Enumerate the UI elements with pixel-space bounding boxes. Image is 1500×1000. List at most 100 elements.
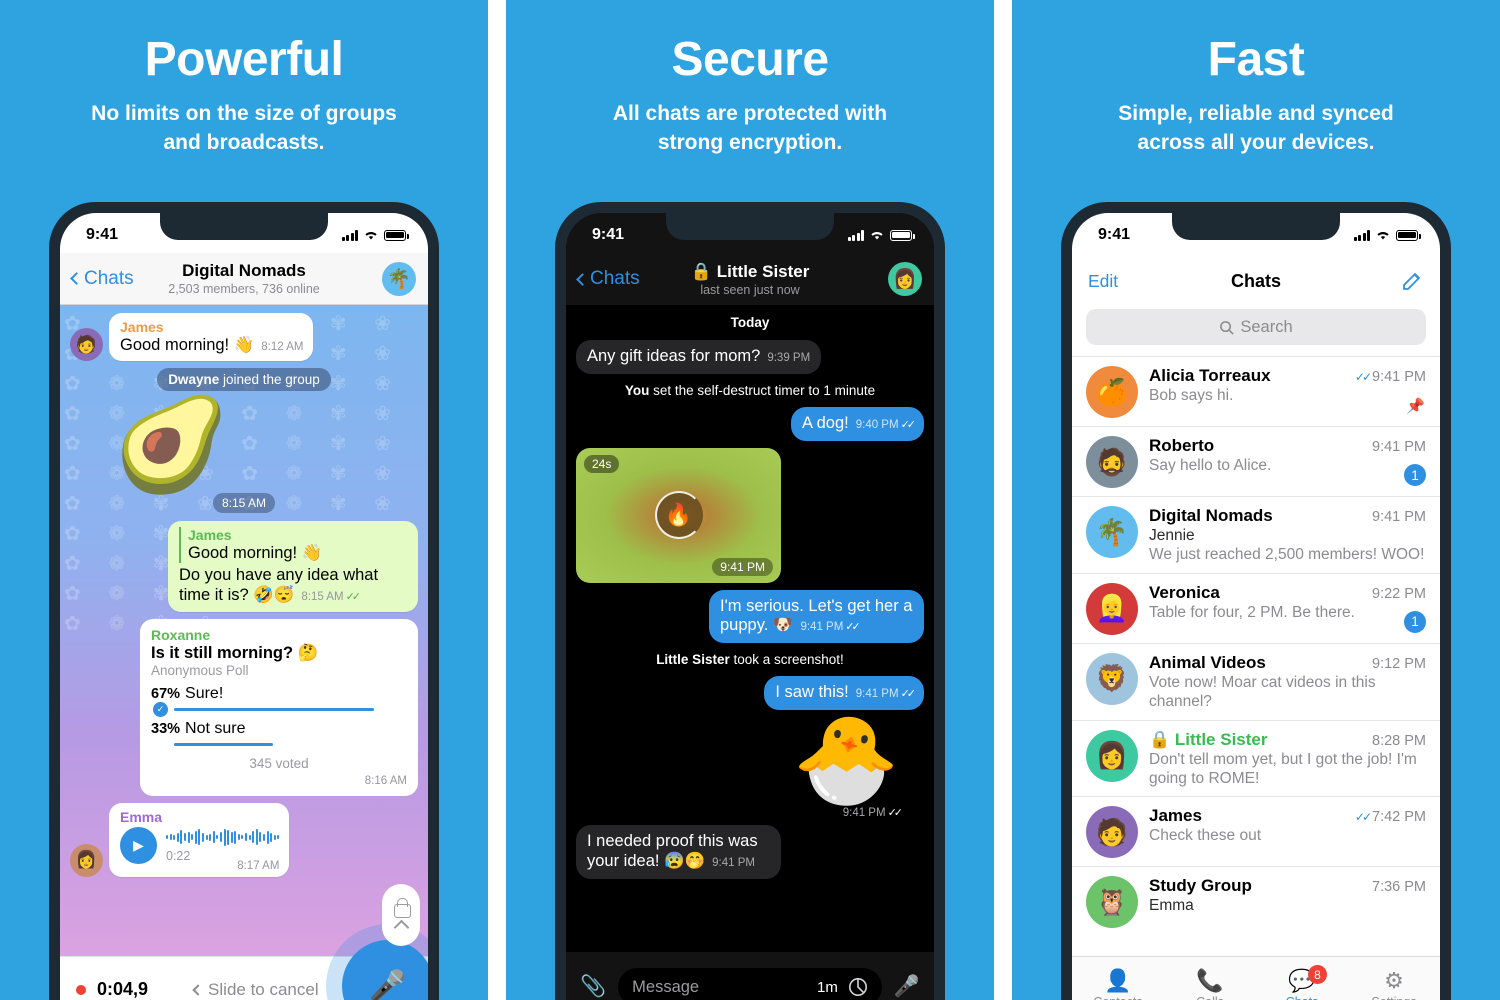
poll-bar [174,742,273,747]
message-body: Any gift ideas for mom? [587,347,761,365]
waveform[interactable] [166,828,280,847]
avatar[interactable]: 🦁 [1086,652,1138,705]
message-bubble[interactable]: I needed proof this was your idea! 😰🤭 9:4… [576,824,781,879]
avocado-sticker[interactable]: 🥑 [114,399,418,491]
avatar[interactable]: 🦉 [1086,876,1138,929]
message-bubble[interactable]: A dog! 9:40 PM ✓✓ [790,406,924,441]
message-text: Do you have any idea what time it is? 🤣😴… [179,565,408,605]
pin-icon: 📌 [1406,398,1425,415]
tab-chats[interactable]: 💬Chats8 [1256,957,1348,1000]
paperclip-icon[interactable]: 📎 [580,975,606,999]
slide-to-cancel-label: Slide to cancel [208,979,319,999]
tab-settings[interactable]: ⚙ Settings [1348,957,1440,1000]
poll-card[interactable]: Roxanne Is it still morning? 🤔 Anonymous… [140,618,418,796]
message-body: I saw this! [775,683,849,702]
poll-option[interactable]: 67% Sure! ✓ [151,685,407,717]
chat-time: 9:12 PM [1372,655,1426,672]
voice-message-bubble[interactable]: Emma ▶ 0:22 8:17 AM [109,802,290,877]
list-item-main: Study Group 7:36 PM Emma [1149,876,1426,928]
status-time: 9:41 [1098,226,1131,243]
message-input[interactable]: Message 1m [618,968,882,1000]
read-ticks-icon: ✓✓ [900,688,917,701]
avatar[interactable]: 👱‍♀️ [1086,582,1138,635]
service-actor: You [624,382,650,398]
avatar[interactable]: 🧔 [1086,436,1138,488]
message-bubble[interactable]: James Good morning! 👋 8:12 AM [109,313,314,362]
chat-avatar[interactable]: 🌴 [382,261,416,296]
self-destruct-timer-icon[interactable] [848,977,868,997]
chat-list[interactable]: 🍊 Alicia Torreaux ✓✓ 9:41 PM Bob says hi. 📌 🧔 R… [1072,356,1440,956]
message-time: 8:15 AM [301,591,344,604]
list-item[interactable]: 🧑 James ✓✓ 7:42 PM Check these out [1072,796,1440,866]
back-to-chats-button[interactable]: Chats [70,268,134,290]
list-item[interactable]: 🍊 Alicia Torreaux ✓✓ 9:41 PM Bob says hi. 📌 [1072,356,1440,426]
message-list: 🧑 James Good morning! 👋 8:12 AM Dwayne jo… [60,305,428,956]
message-bubble[interactable]: Any gift ideas for mom? 9:39 PM [576,340,822,374]
edit-button[interactable]: Edit [1088,271,1118,292]
service-text: joined the group [219,372,320,388]
service-message: Little Sister took a screenshot! [576,652,924,667]
service-message: Dwayne joined the group [157,368,331,392]
avatar[interactable]: 👩 [1086,729,1138,782]
poll-option[interactable]: 33% Not sure [151,720,407,752]
poll-percent: 67% [151,685,181,702]
poll-row: Roxanne Is it still morning? 🤔 Anonymous… [70,618,418,796]
back-to-chats-button[interactable]: Chats [576,268,640,290]
list-item[interactable]: 🌴 Digital Nomads 9:41 PM Jennie We just reac… [1072,496,1440,573]
avatar[interactable]: 🌴 [1086,506,1138,558]
panel-secure: Secure All chats are protected with stro… [506,0,994,1000]
slide-to-cancel[interactable]: Slide to cancel [192,979,319,1000]
message-body: Good morning! 👋 [120,336,255,354]
phone-notch [160,213,328,240]
self-destruct-timer-label[interactable]: 1m [817,979,838,996]
tab-calls[interactable]: 📞 Calls [1164,957,1256,1000]
cellular-signal-icon [341,229,358,241]
list-item[interactable]: 👱‍♀️ Veronica 9:22 PM Table for four, 2 PM.… [1072,572,1440,643]
list-item[interactable]: 🦉 Study Group 7:36 PM Emma [1072,866,1440,936]
voice-time: 8:17 AM [237,859,280,872]
wifi-icon [1377,232,1389,240]
calls-icon: 📞 [1196,968,1224,993]
list-item[interactable]: 🧔 Roberto 9:41 PM Say hello to Alice. 1 [1072,426,1440,496]
search-input[interactable]: Search [1086,309,1426,345]
avatar[interactable]: 👩 [70,843,103,877]
list-item-main: Digital Nomads 9:41 PM Jennie We just reach… [1149,506,1426,565]
list-item[interactable]: 👩 🔒 Little Sister 8:28 PM Don't tell mom ye… [1072,719,1440,797]
list-item-meta: 9:41 PM [1372,509,1426,525]
message-time: 9:41 PM [855,688,899,701]
message-row: I'm serious. Let's get her a puppy. 🐶 9:4… [576,589,924,644]
tab-label: Contacts [1093,995,1142,1000]
chat-preview: Bob says hi. [1149,387,1234,404]
list-item-main: Alicia Torreaux ✓✓ 9:41 PM Bob says hi. [1149,366,1426,418]
avatar[interactable]: 🧑 [70,328,103,362]
list-item-header: James ✓✓ 7:42 PM [1149,806,1426,826]
message-bubble[interactable]: I saw this! 9:41 PM ✓✓ [764,676,924,710]
recording-lock-control[interactable] [382,884,420,946]
poll-bar-wrap: ✓ [151,702,407,717]
tab-bar[interactable]: 👤Contacts📞Calls💬Chats8⚙Settings [1072,956,1440,1000]
service-text: set the self-destruct timer to 1 minute [649,382,876,398]
avatar[interactable]: 🍊 [1086,366,1138,418]
egg-sticker[interactable]: 🐣 [576,717,900,803]
microphone-icon[interactable]: 🎤 [894,975,920,999]
message-bubble[interactable]: I'm serious. Let's get her a puppy. 🐶 9:4… [709,589,924,644]
chat-name: Digital Nomads [1149,506,1273,525]
chevron-left-icon [576,272,589,286]
tab-contacts[interactable]: 👤 Contacts [1072,957,1164,1000]
search-placeholder: Search [1240,317,1293,336]
message-bubble[interactable]: James Good morning! 👋 Do you have any id… [168,521,418,612]
phone-screen-2: 9:41 Chats 🔒 Little Sister last seen jus… [566,213,934,1000]
panel-fast: Fast Simple, reliable and synced across … [1012,0,1500,1000]
list-item-header: Animal Videos 9:12 PM [1149,653,1426,673]
poll-bar-wrap [151,738,407,752]
self-destruct-photo[interactable]: 24s 🔥 9:41 PM [576,447,781,583]
list-item[interactable]: 🦁 Animal Videos 9:12 PM Vote now! Moar cat … [1072,642,1440,720]
voice-message-row: 👩 Emma ▶ 0:22 8:17 AM [70,802,418,877]
service-actor: Dwayne [168,372,220,388]
list-item-meta: 9:12 PM [1372,656,1426,672]
poll-type: Anonymous Poll [151,662,249,678]
chat-avatar[interactable]: 👩 [888,262,922,296]
compose-icon[interactable] [1400,269,1424,293]
avatar[interactable]: 🧑 [1086,806,1138,859]
play-button-icon[interactable]: ▶ [120,826,157,864]
